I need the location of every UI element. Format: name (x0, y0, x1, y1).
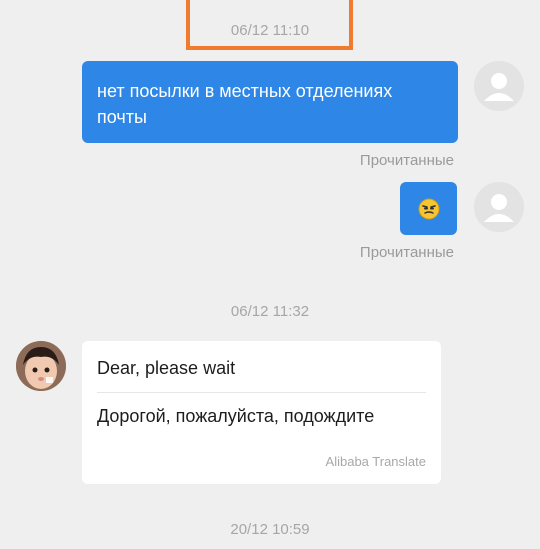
divider (97, 392, 426, 393)
translation-credit: Alibaba Translate (325, 454, 426, 469)
smirk-emoji-icon (418, 198, 439, 219)
outgoing-emoji-bubble[interactable] (400, 182, 457, 235)
original-message-text: Dear, please wait (97, 358, 236, 378)
default-user-icon (474, 182, 524, 232)
timestamp: 20/12 10:59 (230, 521, 310, 538)
user-avatar[interactable] (474, 61, 524, 111)
translated-message-text: Дорогой, пожалуйста, подождите (97, 406, 375, 426)
default-user-icon (474, 61, 524, 111)
user-avatar[interactable] (474, 182, 524, 232)
timestamp: 06/12 11:32 (230, 303, 310, 320)
incoming-message-bubble[interactable]: Dear, please wait Дорогой, пожалуйста, п… (82, 341, 441, 484)
read-status: Прочитанные (359, 152, 454, 169)
seller-photo-icon (16, 341, 66, 391)
read-status: Прочитанные (359, 244, 454, 261)
seller-avatar[interactable] (16, 341, 66, 391)
highlight-box (186, 0, 353, 50)
outgoing-message-bubble[interactable]: нет посылки в местных отделениях почты (82, 61, 458, 143)
